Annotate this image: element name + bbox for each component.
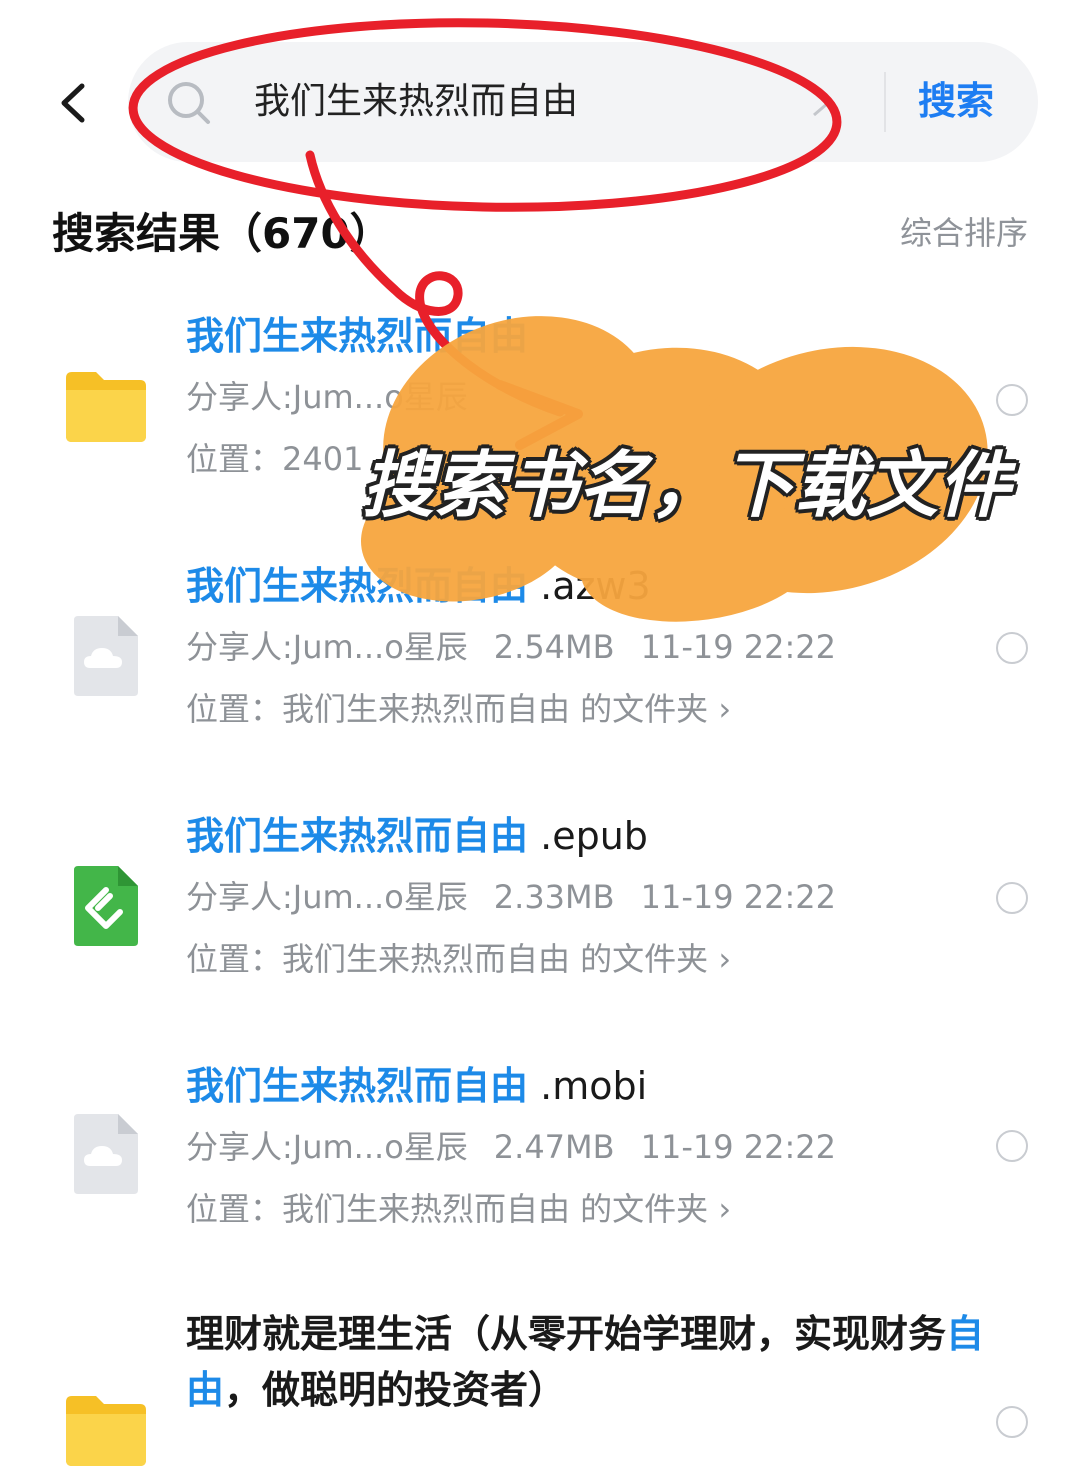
- chevron-right-icon: [813, 89, 831, 117]
- file-name: 我们生来热烈而自由 .mobi: [186, 1064, 648, 1108]
- file-location[interactable]: 位置：我们生来热烈而自由 的文件夹 ›: [186, 1188, 731, 1230]
- cloud-file-icon: [74, 1114, 138, 1194]
- file-name: 我们生来热烈而自由 .epub: [186, 814, 648, 858]
- epub-icon: [74, 866, 138, 946]
- file-time: 11-19 22:22: [640, 628, 836, 666]
- file-name: 我们生来热烈而自由: [186, 314, 529, 358]
- file-name: 理财就是理生活（从零开始学理财，实现财务自由，做聪明的投资者）: [186, 1312, 985, 1412]
- select-radio[interactable]: [996, 1130, 1028, 1162]
- file-location[interactable]: 位置：我们生来热烈而自由 的文件夹 ›: [186, 688, 731, 730]
- select-radio[interactable]: [996, 384, 1028, 416]
- folder-icon: [66, 372, 146, 442]
- sharer: 分享人:Jum...o星辰: [186, 1128, 468, 1166]
- file-time: 11-19 22:22: [640, 1128, 836, 1166]
- search-input[interactable]: 我们生来热烈而自由: [254, 78, 578, 126]
- file-time: 11-19 22:22: [640, 878, 836, 916]
- annotation-caption: 搜索书名，下载文件: [362, 443, 1011, 527]
- file-name: 我们生来热烈而自由 .azw3: [186, 564, 651, 608]
- sharer: 分享人:Jum...o星辰: [186, 628, 468, 666]
- sort-button[interactable]: 综合排序: [900, 208, 1028, 254]
- list-item[interactable]: 我们生来热烈而自由 .mobi 分享人:Jum...o星辰 2.47MB 11-19…: [0, 1060, 1080, 1310]
- file-location[interactable]: 位置：2401: [186, 438, 363, 480]
- file-size: 2.47MB: [493, 1128, 615, 1166]
- divider: [884, 72, 886, 132]
- search-button[interactable]: 搜索: [918, 76, 994, 126]
- chevron-left-icon: [61, 83, 85, 123]
- file-meta: 分享人:Jum...o星辰 2.47MB 11-19 22:22: [186, 1126, 862, 1168]
- results-title: 搜索结果（670）: [52, 209, 392, 258]
- file-meta: 分享人:Jum...o星辰 2.33MB 11-19 22:22: [186, 876, 862, 918]
- search-bar[interactable]: 我们生来热烈而自由 搜索: [128, 42, 1038, 162]
- file-meta: 分享人:Jum...o星辰: [186, 378, 468, 416]
- cloud-file-icon: [74, 616, 138, 696]
- file-meta: 分享人:Jum...o星辰 2.54MB 11-19 22:22: [186, 626, 862, 668]
- search-icon: [168, 82, 210, 124]
- file-size: 2.54MB: [493, 628, 615, 666]
- file-location[interactable]: 位置：我们生来热烈而自由 的文件夹 ›: [186, 938, 731, 980]
- select-radio[interactable]: [996, 632, 1028, 664]
- back-button[interactable]: [50, 78, 100, 128]
- select-radio[interactable]: [996, 882, 1028, 914]
- file-size: 2.33MB: [493, 878, 615, 916]
- sharer: 分享人:Jum...o星辰: [186, 878, 468, 916]
- select-radio[interactable]: [996, 1406, 1028, 1438]
- list-item[interactable]: 我们生来热烈而自由 .azw3 分享人:Jum...o星辰 2.54MB 11-19…: [0, 560, 1080, 810]
- folder-icon: [66, 1396, 146, 1466]
- list-item[interactable]: 我们生来热烈而自由 .epub 分享人:Jum...o星辰 2.33MB 11-19…: [0, 810, 1080, 1060]
